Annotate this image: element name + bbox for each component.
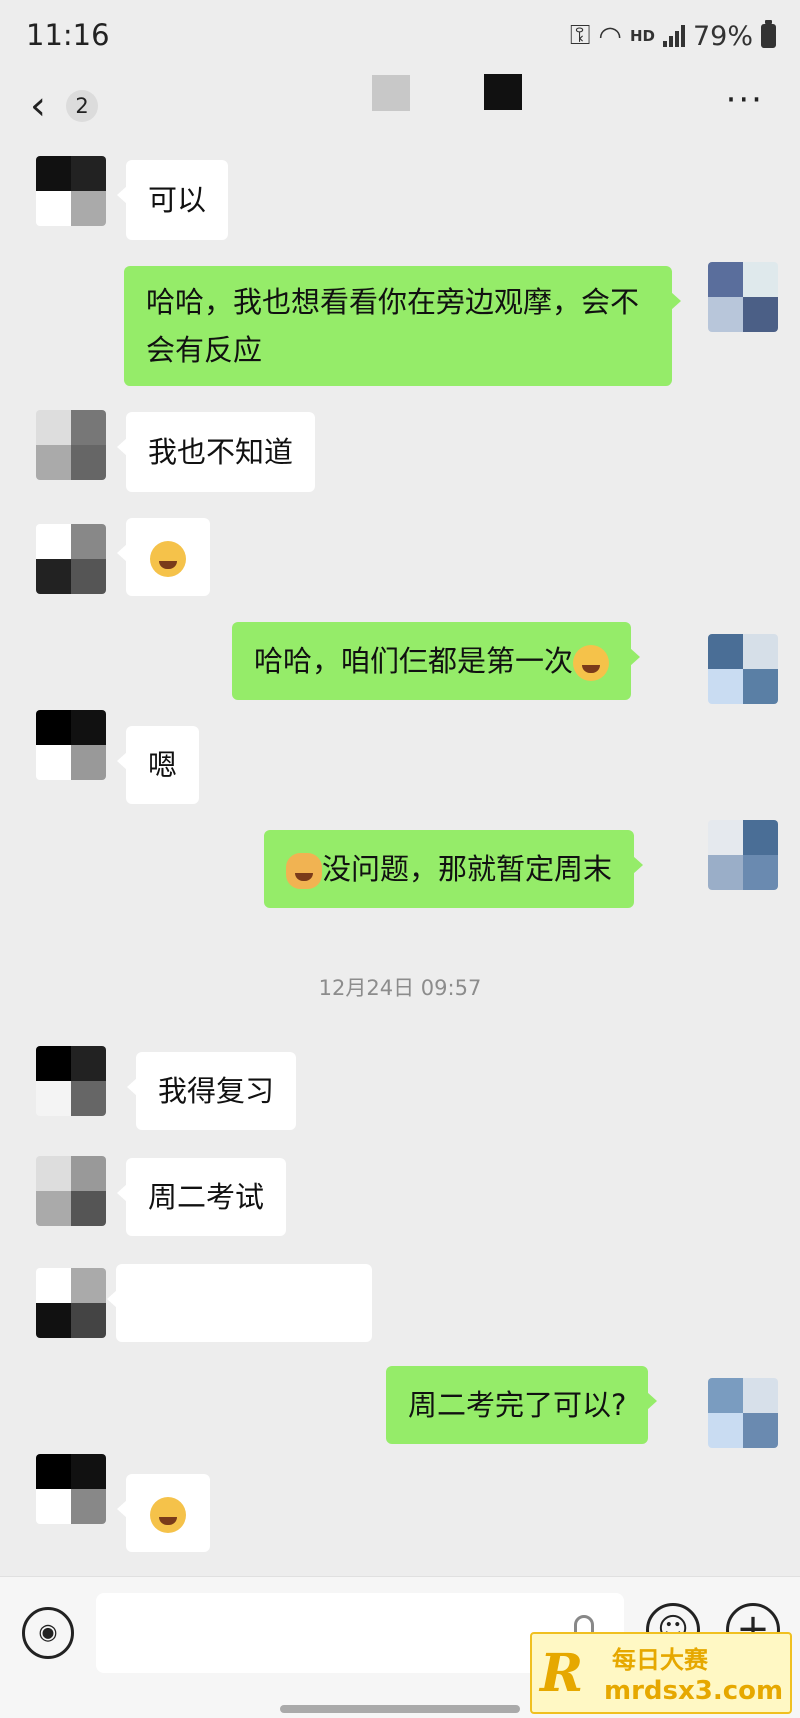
message-timestamp: 12月24日 09:57 [318, 976, 482, 1000]
watermark-r-icon: R [540, 1643, 584, 1704]
contact-avatar[interactable] [36, 710, 106, 780]
message-text: 没问题，那就暂定周末 [322, 852, 613, 886]
hd-label: HD [629, 27, 655, 45]
contact-avatar[interactable] [36, 410, 106, 480]
vpn-key-icon: ⚿ [569, 20, 591, 51]
my-avatar[interactable] [708, 634, 778, 704]
received-message-bubble[interactable]: 我得复习 [126, 1052, 297, 1130]
watermark-url: mrdsx3.com [604, 1676, 784, 1706]
contact-avatar[interactable] [36, 156, 106, 226]
laugh-cry-emoji [573, 645, 610, 681]
laugh-cry-emoji [150, 1497, 186, 1533]
contact-avatar[interactable] [36, 524, 106, 594]
received-message-bubble[interactable]: 我也不知道 [116, 412, 316, 492]
contact-avatar[interactable] [36, 1454, 106, 1524]
received-message-bubble[interactable]: 嗯 [116, 726, 200, 804]
home-indicator[interactable] [280, 1705, 520, 1713]
battery-icon [761, 20, 776, 48]
chat-title-redacted [372, 75, 410, 111]
watermark-name: 每日大赛 [612, 1646, 708, 1674]
sent-message-bubble[interactable]: 周二考完了可以? [386, 1366, 658, 1444]
status-bar: 11:16 ⚿ ◠ HD 79% [0, 0, 800, 70]
status-icons: ⚿ ◠ HD 79% [570, 20, 776, 52]
wifi-icon: ◠ [598, 20, 622, 52]
back-icon[interactable]: ‹ [30, 86, 56, 126]
message-text: 哈哈，咱们仨都是第一次 [254, 644, 574, 678]
contact-avatar[interactable] [36, 1156, 106, 1226]
unread-count-badge[interactable]: 2 [66, 90, 98, 122]
sent-message-bubble[interactable]: 哈哈，我也想看看你在旁边观摩，会不会有反应 [124, 266, 681, 386]
my-avatar[interactable] [708, 262, 778, 332]
sent-message-bubble[interactable]: 哈哈，咱们仨都是第一次 [232, 622, 641, 700]
voice-input-icon[interactable]: ◉ [22, 1607, 74, 1659]
signal-icon [662, 25, 685, 47]
received-message-bubble[interactable]: 可以 [116, 160, 229, 240]
battery-percent: 79% [692, 20, 753, 52]
received-message-bubble[interactable] [117, 1474, 210, 1552]
received-message-bubble[interactable] [107, 1264, 372, 1342]
watermark-logo: R 每日大赛 mrdsx3.com [530, 1632, 792, 1714]
more-icon[interactable]: ··· [726, 80, 764, 120]
my-avatar[interactable] [708, 1378, 778, 1448]
sent-message-bubble[interactable]: 没问题，那就暂定周末 [264, 830, 644, 908]
chat-header: ‹ 2 ··· [0, 70, 800, 142]
status-time: 11:16 [26, 18, 110, 52]
laugh-cry-emoji [150, 541, 186, 577]
chat-title-redacted [484, 74, 522, 110]
contact-avatar[interactable] [36, 1268, 106, 1338]
my-avatar[interactable] [708, 820, 778, 890]
doge-emoji [286, 853, 322, 889]
contact-avatar[interactable] [36, 1046, 106, 1116]
received-message-bubble[interactable] [117, 518, 210, 596]
received-message-bubble[interactable]: 周二考试 [116, 1158, 287, 1236]
